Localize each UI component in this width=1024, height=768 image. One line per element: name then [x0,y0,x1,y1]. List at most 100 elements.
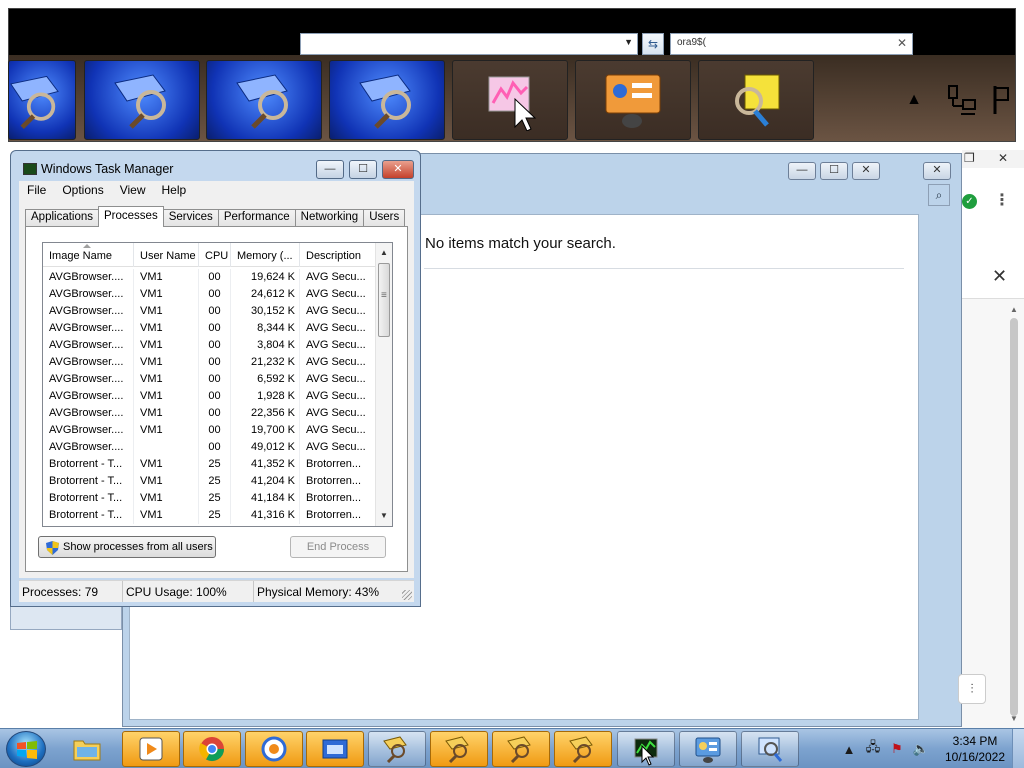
show-all-processes-button[interactable]: Show processes from all users [38,536,216,558]
menu-options[interactable]: Options [54,181,111,201]
browser-scrollbar[interactable] [1010,318,1018,716]
scroll-up-icon[interactable]: ▲ [376,245,392,261]
minimize-button[interactable]: — [316,160,344,179]
magnifier-icon[interactable]: ⌕ [928,184,950,206]
menu-view[interactable]: View [112,181,154,201]
resize-grip[interactable] [402,590,412,600]
taskbar-chrome[interactable] [183,731,241,767]
restore-button[interactable]: ❐ [964,151,975,165]
maximize-button[interactable]: ☐ [820,162,848,180]
tab-services[interactable]: Services [162,209,219,227]
tab-users[interactable]: Users [363,209,406,227]
process-list-scrollbar[interactable]: ▲ ▼ [375,243,392,526]
system-clock[interactable]: 3:34 PM 10/16/2022 [938,733,1012,765]
show-hidden-icons-arrow[interactable]: ▲ [900,70,928,130]
process-rows: AVGBrowser.... VM1 00 19,624 K AVG Secu... AV… [43,269,376,524]
table-row[interactable]: AVGBrowser.... VM1 00 3,804 K AVG Secu... [43,337,376,354]
switcher-thumb-network-search[interactable] [206,60,322,140]
address-bar[interactable]: ▼ [300,33,638,55]
cell-memory: 24,612 K [231,286,300,303]
start-button[interactable] [6,731,46,767]
table-row[interactable]: Brotorrent - T... VM1 25 41,352 K Brotorren.… [43,456,376,473]
sliders-icon[interactable]: ⫶ [958,674,986,704]
scrollbar-thumb[interactable] [378,263,390,337]
browser-menu-icon[interactable]: ⋮ [994,190,1010,210]
column-description[interactable]: Description [300,243,376,267]
cell-user-name: VM1 [134,422,199,439]
close-button[interactable]: ✕ [852,162,880,180]
tab-networking[interactable]: Networking [294,209,365,227]
column-user-name[interactable]: User Name [134,243,199,267]
cell-memory: 49,012 K [231,439,300,456]
taskbar-folder-search[interactable] [741,731,799,767]
table-row[interactable]: Brotorrent - T... VM1 25 41,316 K Brotorren.… [43,507,376,524]
network-search-icon [359,74,411,129]
switcher-thumb-folder-search[interactable] [698,60,814,140]
cell-user-name: VM1 [134,320,199,337]
network-icon[interactable]: 🖧 [864,738,882,760]
table-row[interactable]: AVGBrowser.... VM1 00 8,344 K AVG Secu... [43,320,376,337]
cell-memory: 19,700 K [231,422,300,439]
volume-icon[interactable]: 🔈 [912,741,930,757]
switcher-thumb-network-search[interactable] [8,60,76,140]
cell-image-name: AVGBrowser.... [43,405,134,422]
table-row[interactable]: AVGBrowser.... VM1 00 24,612 K AVG Secu... [43,286,376,303]
show-desktop-button[interactable] [1012,729,1024,768]
maximize-button[interactable]: ☐ [349,160,377,179]
action-center-flag-icon[interactable] [988,70,1016,130]
action-center-flag-icon[interactable]: ⚑ [888,741,906,757]
taskbar-explorer[interactable] [58,731,116,767]
column-image-name[interactable]: Image Name [43,243,134,267]
table-row[interactable]: AVGBrowser.... VM1 00 22,356 K AVG Secu... [43,405,376,422]
switcher-thumb-network-search[interactable] [329,60,445,140]
end-process-button[interactable]: End Process [290,536,386,558]
switcher-thumb-control-panel[interactable] [575,60,691,140]
network-icon[interactable] [944,70,980,130]
column-memory[interactable]: Memory (... [231,243,300,267]
results-divider [424,268,904,269]
close-button[interactable]: ✕ [382,160,414,179]
taskbar-app-window[interactable] [306,731,364,767]
taskbar-network-search[interactable] [554,731,612,767]
table-row[interactable]: AVGBrowser.... VM1 00 19,624 K AVG Secu... [43,269,376,286]
taskbar-network-search[interactable] [430,731,488,767]
menu-file[interactable]: File [19,181,54,201]
minimize-button[interactable]: — [788,162,816,180]
scroll-down-icon[interactable]: ▼ [376,508,392,524]
taskbar-network-search[interactable] [368,731,426,767]
tab-applications[interactable]: Applications [25,209,100,227]
shield-check-icon[interactable]: ✓ [962,194,977,209]
cell-image-name: AVGBrowser.... [43,269,134,286]
search-input[interactable]: ora9$( ✕ [670,33,913,55]
close-icon[interactable]: ✕ [992,266,1007,287]
switcher-thumb-task-manager[interactable] [452,60,568,140]
switcher-thumb-network-search[interactable] [84,60,200,140]
table-row[interactable]: Brotorrent - T... VM1 25 41,204 K Brotorren.… [43,473,376,490]
taskbar-security-app[interactable] [245,731,303,767]
close-button[interactable]: ✕ [998,151,1008,165]
table-row[interactable]: AVGBrowser.... VM1 00 21,232 K AVG Secu... [43,354,376,371]
taskbar-control-panel[interactable] [679,731,737,767]
scroll-up-icon[interactable]: ▲ [1010,305,1018,314]
tab-performance[interactable]: Performance [217,209,296,227]
address-dropdown-icon[interactable]: ▼ [624,37,633,47]
table-row[interactable]: Brotorrent - T... VM1 25 41,184 K Brotorren.… [43,490,376,507]
table-row[interactable]: AVGBrowser.... VM1 00 1,928 K AVG Secu... [43,388,376,405]
clear-search-icon[interactable]: ✕ [897,36,907,50]
taskbar-network-search[interactable] [492,731,550,767]
taskbar-media-player[interactable] [122,731,180,767]
table-row[interactable]: AVGBrowser.... 00 49,012 K AVG Secu... [43,439,376,456]
refresh-icon[interactable]: ⇆ [642,33,664,55]
menu-help[interactable]: Help [154,181,195,201]
table-row[interactable]: AVGBrowser.... VM1 00 6,592 K AVG Secu... [43,371,376,388]
process-list[interactable]: Image Name User Name CPU Memory (... Des… [42,242,393,527]
tab-processes[interactable]: Processes [98,206,164,227]
scroll-down-icon[interactable]: ▼ [1010,714,1018,723]
show-hidden-icons-arrow[interactable]: ▲ [840,742,858,757]
cell-description: AVG Secu... [300,422,376,439]
cell-image-name: AVGBrowser.... [43,354,134,371]
table-row[interactable]: AVGBrowser.... VM1 00 30,152 K AVG Secu... [43,303,376,320]
column-cpu[interactable]: CPU [199,243,231,267]
table-row[interactable]: AVGBrowser.... VM1 00 19,700 K AVG Secu... [43,422,376,439]
cell-cpu: 25 [199,456,231,473]
